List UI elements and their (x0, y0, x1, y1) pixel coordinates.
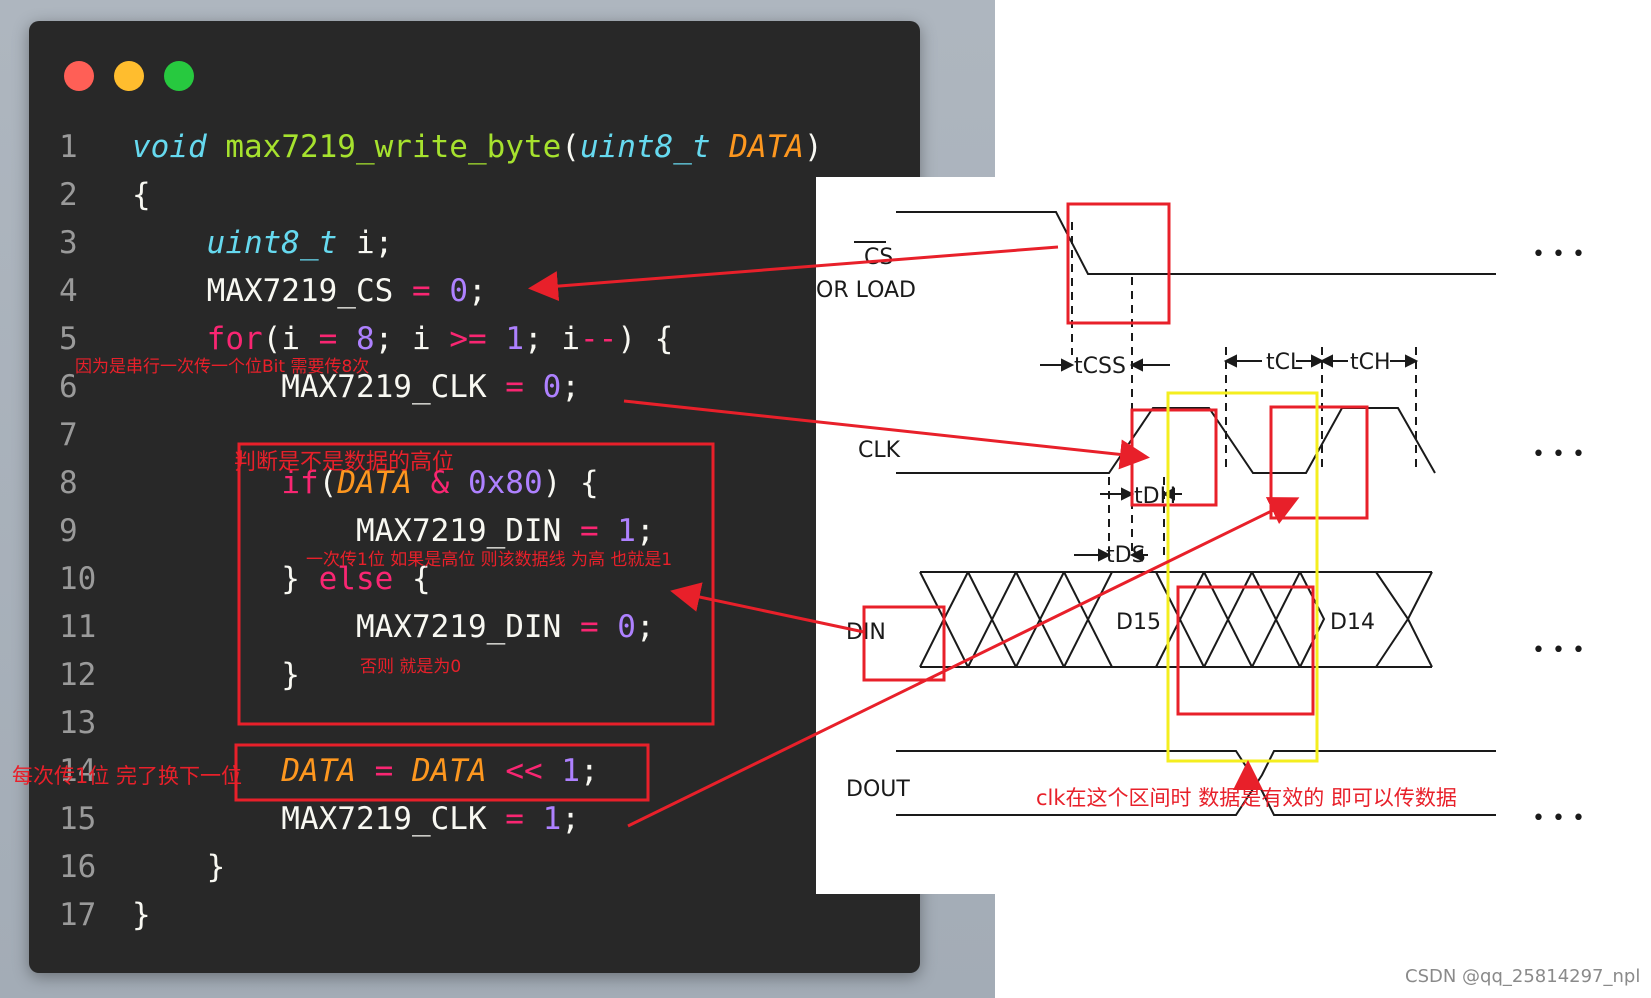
annotation-overlay (234, 202, 1369, 828)
arrow-clk-high (627, 497, 1300, 828)
annotation-else-note: 否则 就是为0 (360, 657, 462, 677)
yellow-box-valid-window (1166, 391, 1319, 763)
red-box-clk-rise (1130, 408, 1218, 507)
annotation-din-high-note: 一次传1位 如果是高位 则该数据线 为高 也就是1 (306, 550, 673, 570)
arrow-clk-low (623, 399, 1150, 470)
annotation-serial-note: 因为是串行一次传一个位Bit 需要传8次 (75, 357, 370, 377)
red-box-shift-line (234, 743, 650, 802)
arrow-din (670, 582, 865, 634)
red-box-clk-fall (1269, 405, 1369, 520)
csdn-watermark: CSDN @qq_25814297_npl (1405, 966, 1641, 987)
annotation-high-bit-note: 判断是不是数据的高位 (234, 450, 455, 475)
red-box-din-label (862, 605, 946, 682)
red-box-cs-fall (1066, 202, 1171, 325)
red-box-if-block (237, 442, 715, 726)
annotation-shift-note: 每次传1位 完了换下一位 (12, 764, 243, 788)
annotation-clk-valid-note: clk在这个区间时 数据是有效的 即可以传数据 (1036, 786, 1457, 810)
arrow-cs (528, 245, 1059, 302)
red-box-d15 (1176, 585, 1315, 716)
